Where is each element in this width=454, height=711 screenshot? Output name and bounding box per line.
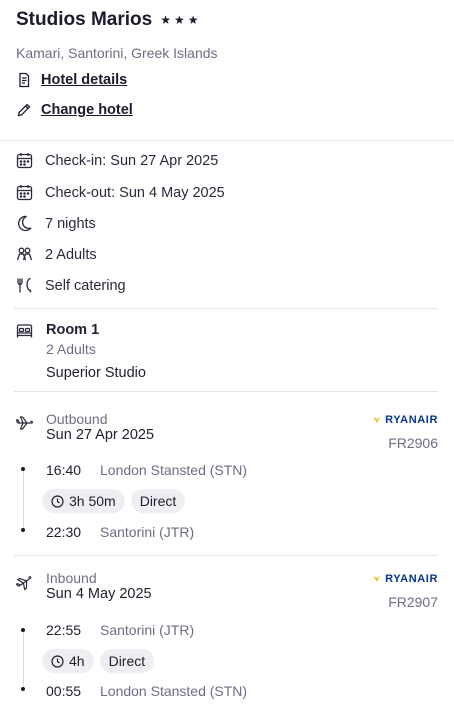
calendar-icon — [16, 185, 33, 201]
checkout-text: Check-out: Sun 4 May 2025 — [45, 184, 225, 201]
flight-date: Sun 4 May 2025 — [46, 586, 152, 602]
board-text: Self catering — [45, 277, 126, 294]
hotel-header: Studios Marios ★ ★ ★ Kamari, Santorini, … — [16, 8, 438, 118]
star-icon: ★ — [187, 13, 199, 27]
timeline — [23, 632, 24, 690]
star-icon: ★ — [160, 13, 171, 27]
stops-chip: Direct — [99, 649, 155, 673]
flight-code: FR2906 — [388, 435, 438, 451]
clock-icon — [51, 654, 64, 668]
duration-text: 3h 50m — [69, 493, 116, 509]
document-icon — [19, 72, 30, 88]
arrive-place: London Stansted (STN) — [100, 683, 248, 699]
plane-departure-icon — [16, 416, 33, 430]
divider — [14, 555, 438, 556]
timeline-dot — [21, 628, 25, 632]
guests-row: 2 Adults — [16, 246, 97, 263]
harp-icon — [373, 575, 382, 582]
hotel-details-label: Hotel details — [41, 72, 128, 88]
cutlery-icon — [17, 277, 32, 293]
duration-chip: 4h — [42, 649, 94, 673]
booking-summary: Studios Marios ★ ★ ★ Kamari, Santorini, … — [0, 0, 454, 711]
flight-direction: Inbound — [46, 570, 97, 586]
stops-chip: Direct — [130, 489, 186, 513]
nights-text: 7 nights — [45, 215, 96, 232]
timeline-dot — [21, 528, 25, 532]
duration-chip: 3h 50m — [42, 489, 125, 513]
timeline-dot — [21, 467, 25, 471]
nights-row: 7 nights — [16, 215, 96, 232]
arrive-time: 22:30 — [46, 524, 82, 540]
inbound-flight: Inbound Sun 4 May 2025 RYANAIR FR2907 22… — [16, 570, 438, 705]
ryanair-logo: RYANAIR — [372, 414, 438, 426]
room-name: Room 1 — [46, 322, 100, 338]
star-icon: ★ — [173, 13, 185, 27]
room-type: Superior Studio — [46, 365, 146, 381]
depart-time: 22:55 — [46, 622, 82, 638]
airline-name: RYANAIR — [385, 414, 438, 426]
plane-arrival-icon — [16, 576, 32, 591]
arrive-time: 00:55 — [46, 683, 82, 699]
flight-chips: 3h 50m Direct — [42, 489, 186, 513]
timeline — [23, 471, 24, 529]
flight-code: FR2907 — [388, 594, 438, 610]
depart-place: Santorini (JTR) — [100, 622, 195, 638]
bed-icon — [16, 324, 33, 338]
checkout-row: Check-out: Sun 4 May 2025 — [16, 184, 225, 201]
moon-icon — [18, 215, 32, 232]
divider — [14, 308, 438, 309]
arrive-place: Santorini (JTR) — [100, 524, 195, 540]
checkin-text: Check-in: Sun 27 Apr 2025 — [45, 152, 219, 169]
flight-chips: 4h Direct — [42, 649, 155, 673]
board-row: Self catering — [16, 277, 126, 294]
timeline-dot — [21, 687, 25, 691]
change-hotel-label: Change hotel — [41, 102, 133, 118]
checkin-row: Check-in: Sun 27 Apr 2025 — [16, 152, 218, 169]
calendar-icon — [16, 153, 33, 169]
star-rating: ★ ★ ★ — [160, 14, 198, 26]
clock-icon — [51, 494, 64, 508]
harp-icon — [373, 416, 382, 423]
stops-text: Direct — [108, 653, 146, 669]
depart-place: London Stansted (STN) — [100, 462, 248, 478]
depart-time: 16:40 — [46, 462, 82, 478]
people-icon — [16, 247, 33, 261]
divider — [14, 391, 438, 392]
outbound-flight: Outbound Sun 27 Apr 2025 RYANAIR FR2906 … — [16, 411, 438, 541]
stops-text: Direct — [139, 493, 177, 509]
ryanair-logo: RYANAIR — [372, 573, 438, 585]
flight-direction: Outbound — [46, 411, 108, 427]
guests-text: 2 Adults — [45, 246, 97, 263]
pencil-icon — [17, 103, 31, 117]
airline-name: RYANAIR — [385, 573, 438, 585]
hotel-details-link[interactable]: Hotel details — [16, 72, 127, 88]
change-hotel-link[interactable]: Change hotel — [16, 102, 133, 118]
divider — [0, 140, 454, 141]
duration-text: 4h — [69, 653, 85, 669]
hotel-name: Studios Marios — [16, 9, 153, 30]
room-guests: 2 Adults — [46, 341, 96, 357]
flight-date: Sun 27 Apr 2025 — [46, 427, 155, 443]
hotel-location: Kamari, Santorini, Greek Islands — [16, 45, 218, 61]
